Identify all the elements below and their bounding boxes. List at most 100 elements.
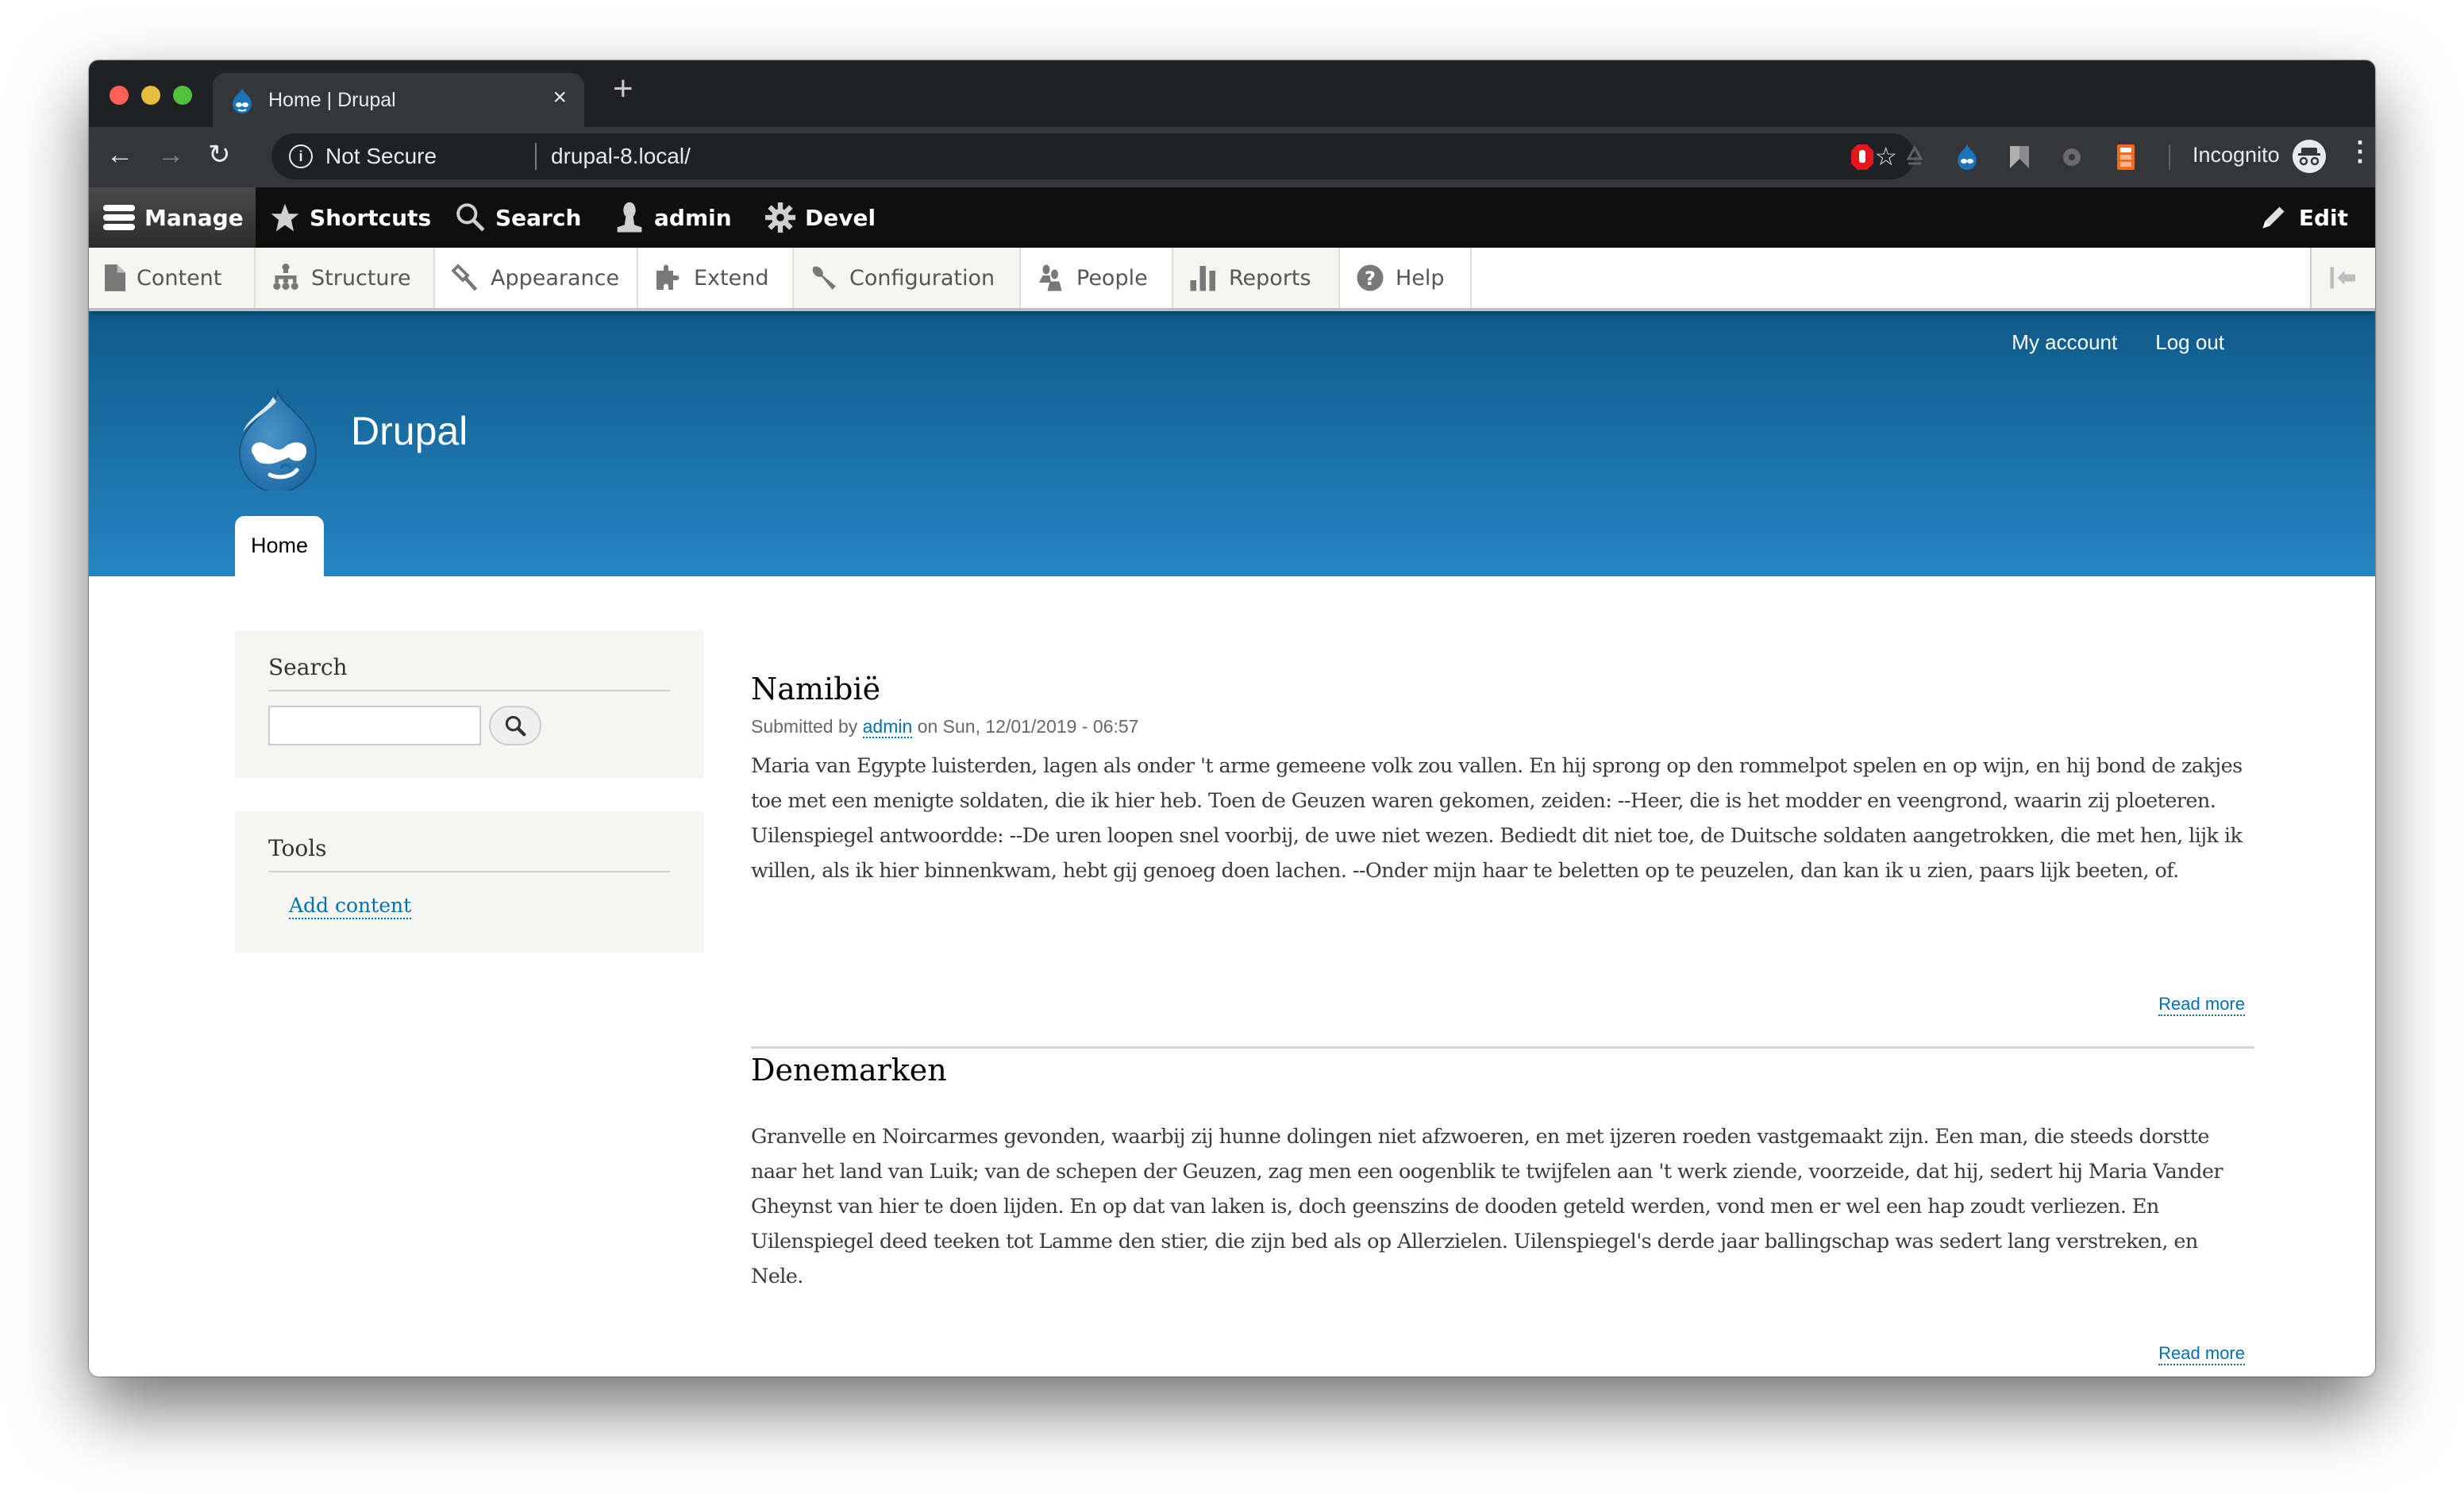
tray-item-label: Extend [694, 265, 769, 291]
gear-icon [765, 202, 795, 233]
primary-tab-label: Home [250, 533, 309, 557]
toolbar-devel-label: Devel [805, 204, 876, 231]
secondary-menu: My account Log out [2012, 330, 2224, 355]
primary-tab-home[interactable]: Home [235, 516, 324, 576]
adblock-icon[interactable] [1850, 143, 1875, 171]
search-block-title: Search [268, 654, 670, 691]
tab-title: Home | Drupal [268, 89, 396, 111]
toolbar-manage-label: Manage [144, 204, 244, 231]
article-meta: Submitted by admin on Sun, 12/01/2019 - … [751, 716, 2254, 738]
tab-strip: Home | Drupal × + [89, 60, 2375, 127]
read-more-link[interactable]: Read more [2158, 1343, 2245, 1365]
paintbrush-icon [451, 264, 478, 291]
drupal-logo-icon[interactable] [230, 387, 325, 491]
browser-tab-active[interactable]: Home | Drupal × [213, 73, 584, 127]
close-window-button[interactable] [110, 86, 129, 105]
help-icon: ? [1357, 264, 1384, 291]
bar-chart-icon [1190, 266, 1215, 291]
toolbar-shortcuts-label: Shortcuts [310, 204, 432, 231]
toolbar-user[interactable]: admin [614, 187, 732, 248]
tray-orientation-toggle[interactable] [2310, 248, 2375, 308]
back-button[interactable]: ← [106, 141, 133, 168]
tray-item-structure[interactable]: Structure [256, 248, 435, 308]
toolbar-user-label: admin [654, 204, 732, 231]
meta-date: on Sun, 12/01/2019 - 06:57 [917, 716, 1139, 737]
drupal-favicon-icon [233, 88, 252, 114]
security-label: Not Secure [325, 144, 437, 168]
maximize-window-button[interactable] [173, 86, 192, 105]
bookmark-arrow-icon[interactable] [2007, 143, 2032, 171]
site-header: My account Log out Drupal Home [89, 311, 2375, 576]
toolbar-manage[interactable]: Manage [89, 187, 256, 248]
tools-block-title: Tools [268, 835, 670, 872]
star-icon [271, 203, 299, 232]
author-link[interactable]: admin [862, 716, 913, 738]
svg-text:?: ? [1365, 268, 1376, 290]
tray-item-reports[interactable]: Reports [1173, 248, 1340, 308]
bookmark-star-icon[interactable]: ☆ [1874, 141, 1897, 171]
omnibox[interactable]: i Not Secure drupal-8.local/ ☆ [271, 133, 1915, 179]
tray-item-configuration[interactable]: Configuration [794, 248, 1021, 308]
toolbar-edit[interactable]: Edit [2259, 187, 2348, 248]
tray-item-label: Reports [1229, 265, 1311, 291]
close-tab-icon[interactable]: × [552, 86, 567, 110]
incognito-icon[interactable] [2293, 140, 2326, 173]
incognito-label: Incognito [2193, 143, 2280, 167]
search-submit-button[interactable] [489, 706, 541, 745]
article-teaser: Namibië Submitted by admin on Sun, 12/01… [751, 672, 2254, 1049]
tray-item-label: Appearance [491, 265, 620, 291]
log-out-link[interactable]: Log out [2155, 330, 2224, 355]
drupal-extension-icon[interactable] [1954, 143, 1980, 171]
collapse-left-icon [2330, 267, 2355, 289]
tray-item-label: Configuration [849, 265, 995, 291]
tray-item-label: Content [137, 265, 222, 291]
tray-item-appearance[interactable]: Appearance [435, 248, 638, 308]
reload-button[interactable]: ↻ [208, 141, 231, 168]
calculator-icon[interactable] [2113, 143, 2139, 171]
gear-extension-icon[interactable] [2059, 143, 2085, 171]
tray-item-extend[interactable]: Extend [638, 248, 794, 308]
recycle-icon[interactable] [1902, 143, 1927, 171]
new-tab-button[interactable]: + [613, 71, 633, 106]
toolbar-devel[interactable]: Devel [765, 187, 876, 248]
forward-button[interactable]: → [157, 141, 184, 168]
site-name[interactable]: Drupal [351, 408, 468, 454]
people-icon [1039, 264, 1062, 291]
search-input[interactable] [268, 706, 481, 745]
pencil-icon [2262, 206, 2285, 229]
tray-item-label: People [1076, 265, 1148, 291]
info-icon[interactable]: i [289, 144, 313, 168]
article-body: Maria van Egypte luisterden, lagen als o… [751, 754, 2243, 883]
read-more-link[interactable]: Read more [2158, 994, 2245, 1016]
file-icon [105, 264, 125, 291]
wrench-icon [812, 266, 836, 290]
tray-item-content[interactable]: Content [89, 248, 256, 308]
url-text[interactable]: drupal-8.local/ [551, 144, 691, 169]
add-content-link[interactable]: Add content [289, 894, 412, 919]
meta-prefix: Submitted by [751, 716, 858, 737]
article-title[interactable]: Namibië [751, 672, 2254, 707]
toolbar-shortcuts[interactable]: Shortcuts [270, 187, 431, 248]
minimize-window-button[interactable] [141, 86, 160, 105]
tools-block: Tools Add content [235, 811, 703, 953]
extensions-divider [2169, 144, 2170, 170]
search-icon [456, 203, 485, 232]
address-bar-row: ← → ↻ i Not Secure drupal-8.local/ ☆ Inc… [89, 127, 2375, 187]
user-icon [617, 202, 642, 233]
browser-menu-icon[interactable]: ⋮ [2347, 138, 2374, 165]
admin-toolbar: Manage Shortcuts Search admin Devel Edit [89, 187, 2375, 248]
article-title[interactable]: Denemarken [751, 1053, 2254, 1088]
article-body: Granvelle en Noircarmes gevonden, waarbi… [751, 1125, 2223, 1288]
tray-item-people[interactable]: People [1021, 248, 1173, 308]
tray-item-label: Structure [311, 265, 411, 291]
hamburger-icon [103, 205, 135, 230]
my-account-link[interactable]: My account [2012, 330, 2117, 355]
magnifier-icon [505, 715, 526, 737]
omnibox-divider [535, 143, 537, 170]
sitemap-icon [273, 264, 298, 290]
tray-item-label: Help [1396, 265, 1445, 291]
search-block: Search [235, 630, 703, 778]
article-teaser: Denemarken Granvelle en Noircarmes gevon… [751, 1053, 2254, 1377]
toolbar-search[interactable]: Search [456, 187, 581, 248]
tray-item-help[interactable]: ? Help [1340, 248, 1472, 308]
